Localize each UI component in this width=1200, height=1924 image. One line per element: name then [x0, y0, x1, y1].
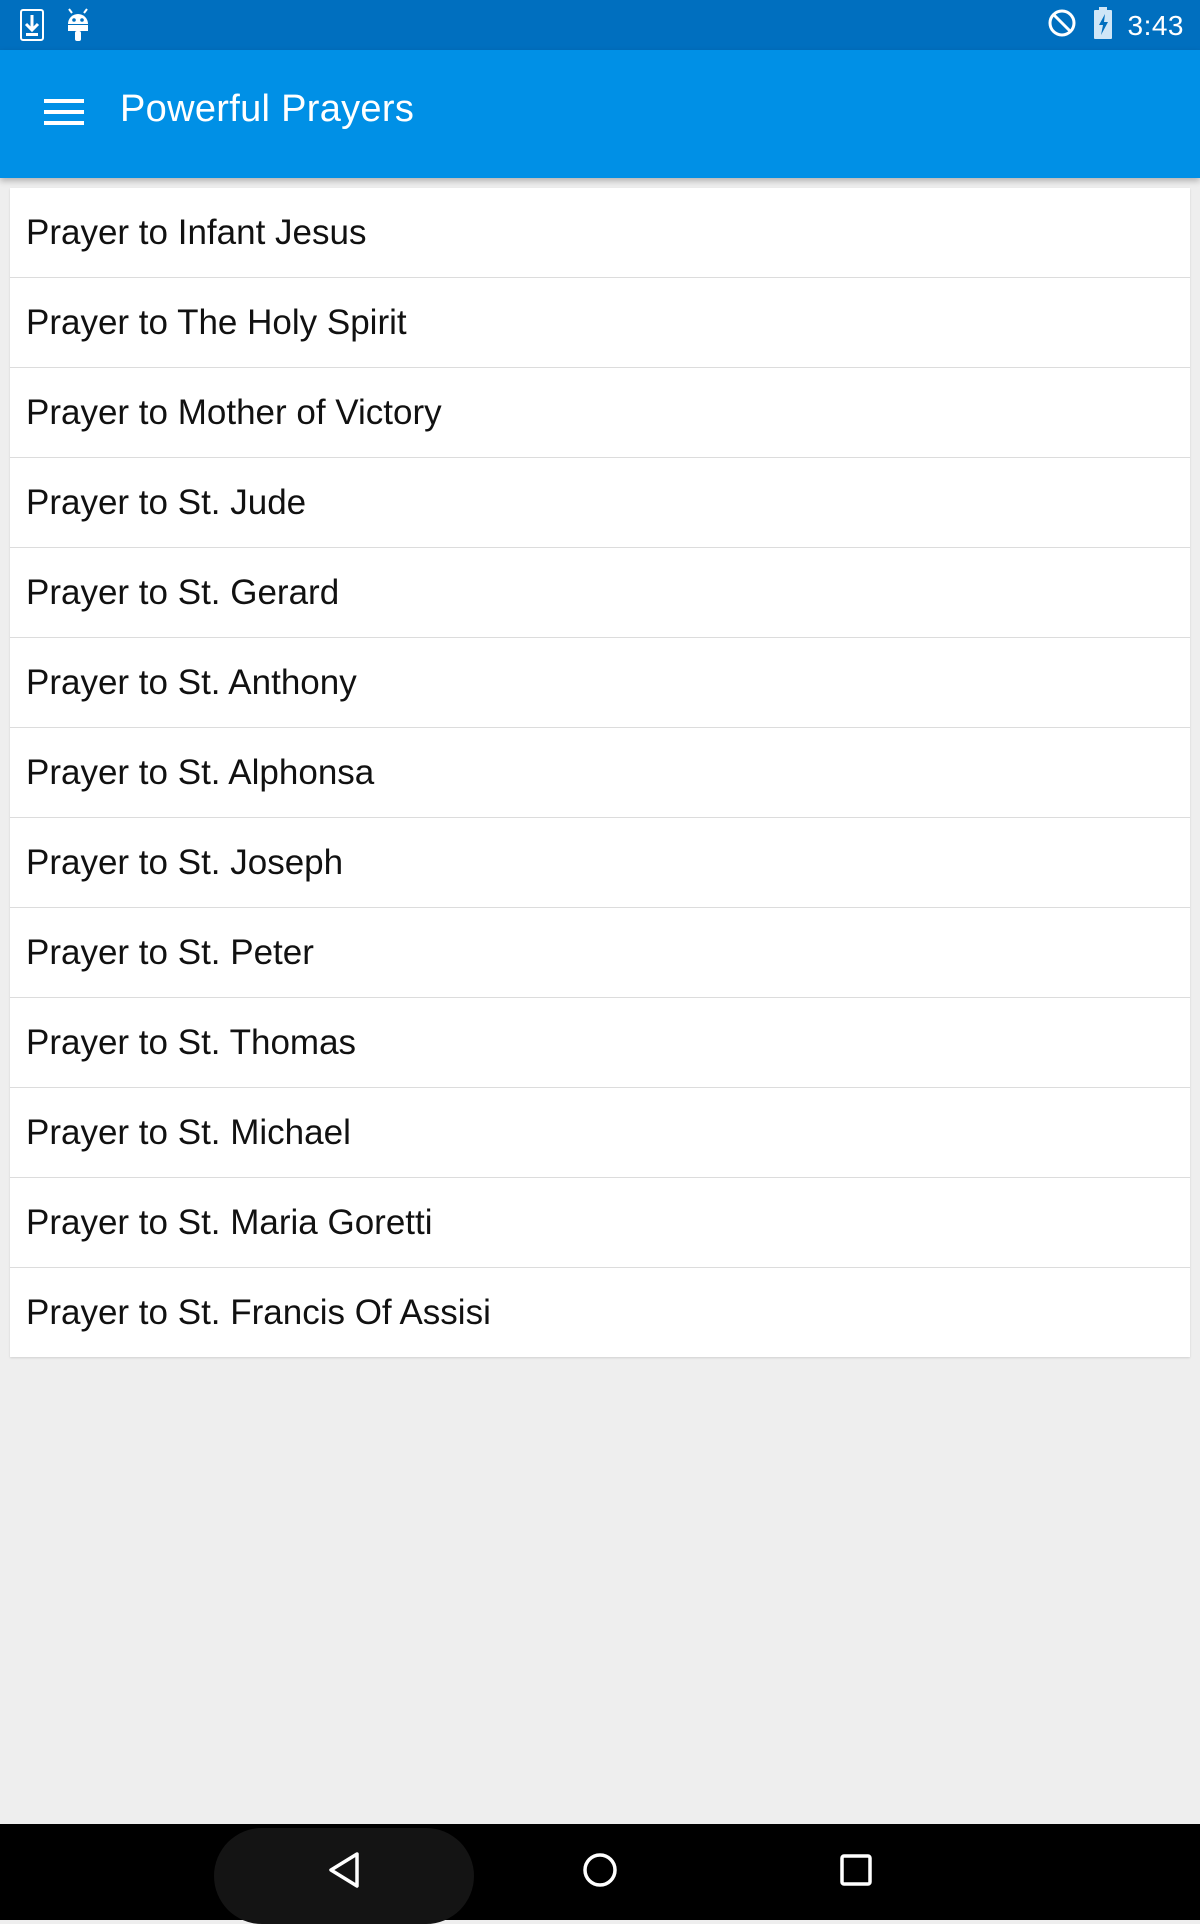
prayer-list-item-label: Prayer to Infant Jesus [26, 212, 367, 252]
back-button[interactable] [284, 1824, 404, 1920]
back-icon [326, 1850, 362, 1895]
android-icon [64, 8, 92, 47]
prayer-list-item[interactable]: Prayer to St. Michael [10, 1088, 1190, 1178]
status-time: 3:43 [1127, 9, 1184, 41]
recents-button[interactable] [796, 1824, 916, 1920]
status-bar: 3:43 [0, 0, 1200, 50]
prayer-list-item-label: Prayer to St. Maria Goretti [26, 1202, 433, 1242]
prayer-list-item-label: Prayer to The Holy Spirit [26, 302, 407, 342]
hamburger-menu-icon [44, 97, 84, 132]
prayer-list-item-label: Prayer to St. Thomas [26, 1022, 357, 1062]
prayer-list-item[interactable]: Prayer to Infant Jesus [10, 188, 1190, 278]
home-button[interactable] [540, 1824, 660, 1920]
recents-icon [839, 1853, 873, 1892]
status-right-icons: 3:43 [1046, 6, 1185, 45]
prayer-list: Prayer to Infant Jesus Prayer to The Hol… [10, 188, 1190, 1357]
prayer-list-item-label: Prayer to Mother of Victory [26, 392, 442, 432]
prayer-list-item[interactable]: Prayer to St. Anthony [10, 638, 1190, 728]
navigation-bar [0, 1824, 1200, 1924]
home-icon [581, 1851, 619, 1894]
download-icon [20, 9, 44, 46]
menu-button[interactable] [28, 78, 100, 150]
prayer-list-item-label: Prayer to St. Alphonsa [26, 752, 375, 792]
prayer-list-item[interactable]: Prayer to St. Thomas [10, 998, 1190, 1088]
prayer-list-item-label: Prayer to St. Michael [26, 1112, 351, 1152]
prayer-list-item[interactable]: Prayer to St. Peter [10, 908, 1190, 998]
prayer-list-item-label: Prayer to St. Jude [26, 482, 307, 522]
battery-charging-icon [1092, 6, 1114, 45]
status-left-icons [20, 8, 92, 47]
app-bar: Powerful Prayers [0, 50, 1200, 178]
prayer-list-item-label: Prayer to St. Peter [26, 932, 314, 972]
do-not-disturb-icon [1046, 7, 1078, 44]
prayer-list-item[interactable]: Prayer to Mother of Victory [10, 368, 1190, 458]
prayer-list-item[interactable]: Prayer to St. Maria Goretti [10, 1178, 1190, 1268]
prayer-list-item[interactable]: Prayer to St. Gerard [10, 548, 1190, 638]
prayer-list-item[interactable]: Prayer to St. Alphonsa [10, 728, 1190, 818]
prayer-list-item[interactable]: Prayer to The Holy Spirit [10, 278, 1190, 368]
prayer-list-item-label: Prayer to St. Anthony [26, 662, 357, 702]
app-title: Powerful Prayers [120, 88, 415, 130]
prayer-list-item-label: Prayer to St. Francis Of Assisi [26, 1292, 491, 1332]
prayer-list-item[interactable]: Prayer to St. Joseph [10, 818, 1190, 908]
prayer-list-item[interactable]: Prayer to St. Jude [10, 458, 1190, 548]
prayer-list-item-label: Prayer to St. Joseph [26, 842, 344, 882]
prayer-list-item-label: Prayer to St. Gerard [26, 572, 340, 612]
prayer-list-item[interactable]: Prayer to St. Francis Of Assisi [10, 1268, 1190, 1357]
